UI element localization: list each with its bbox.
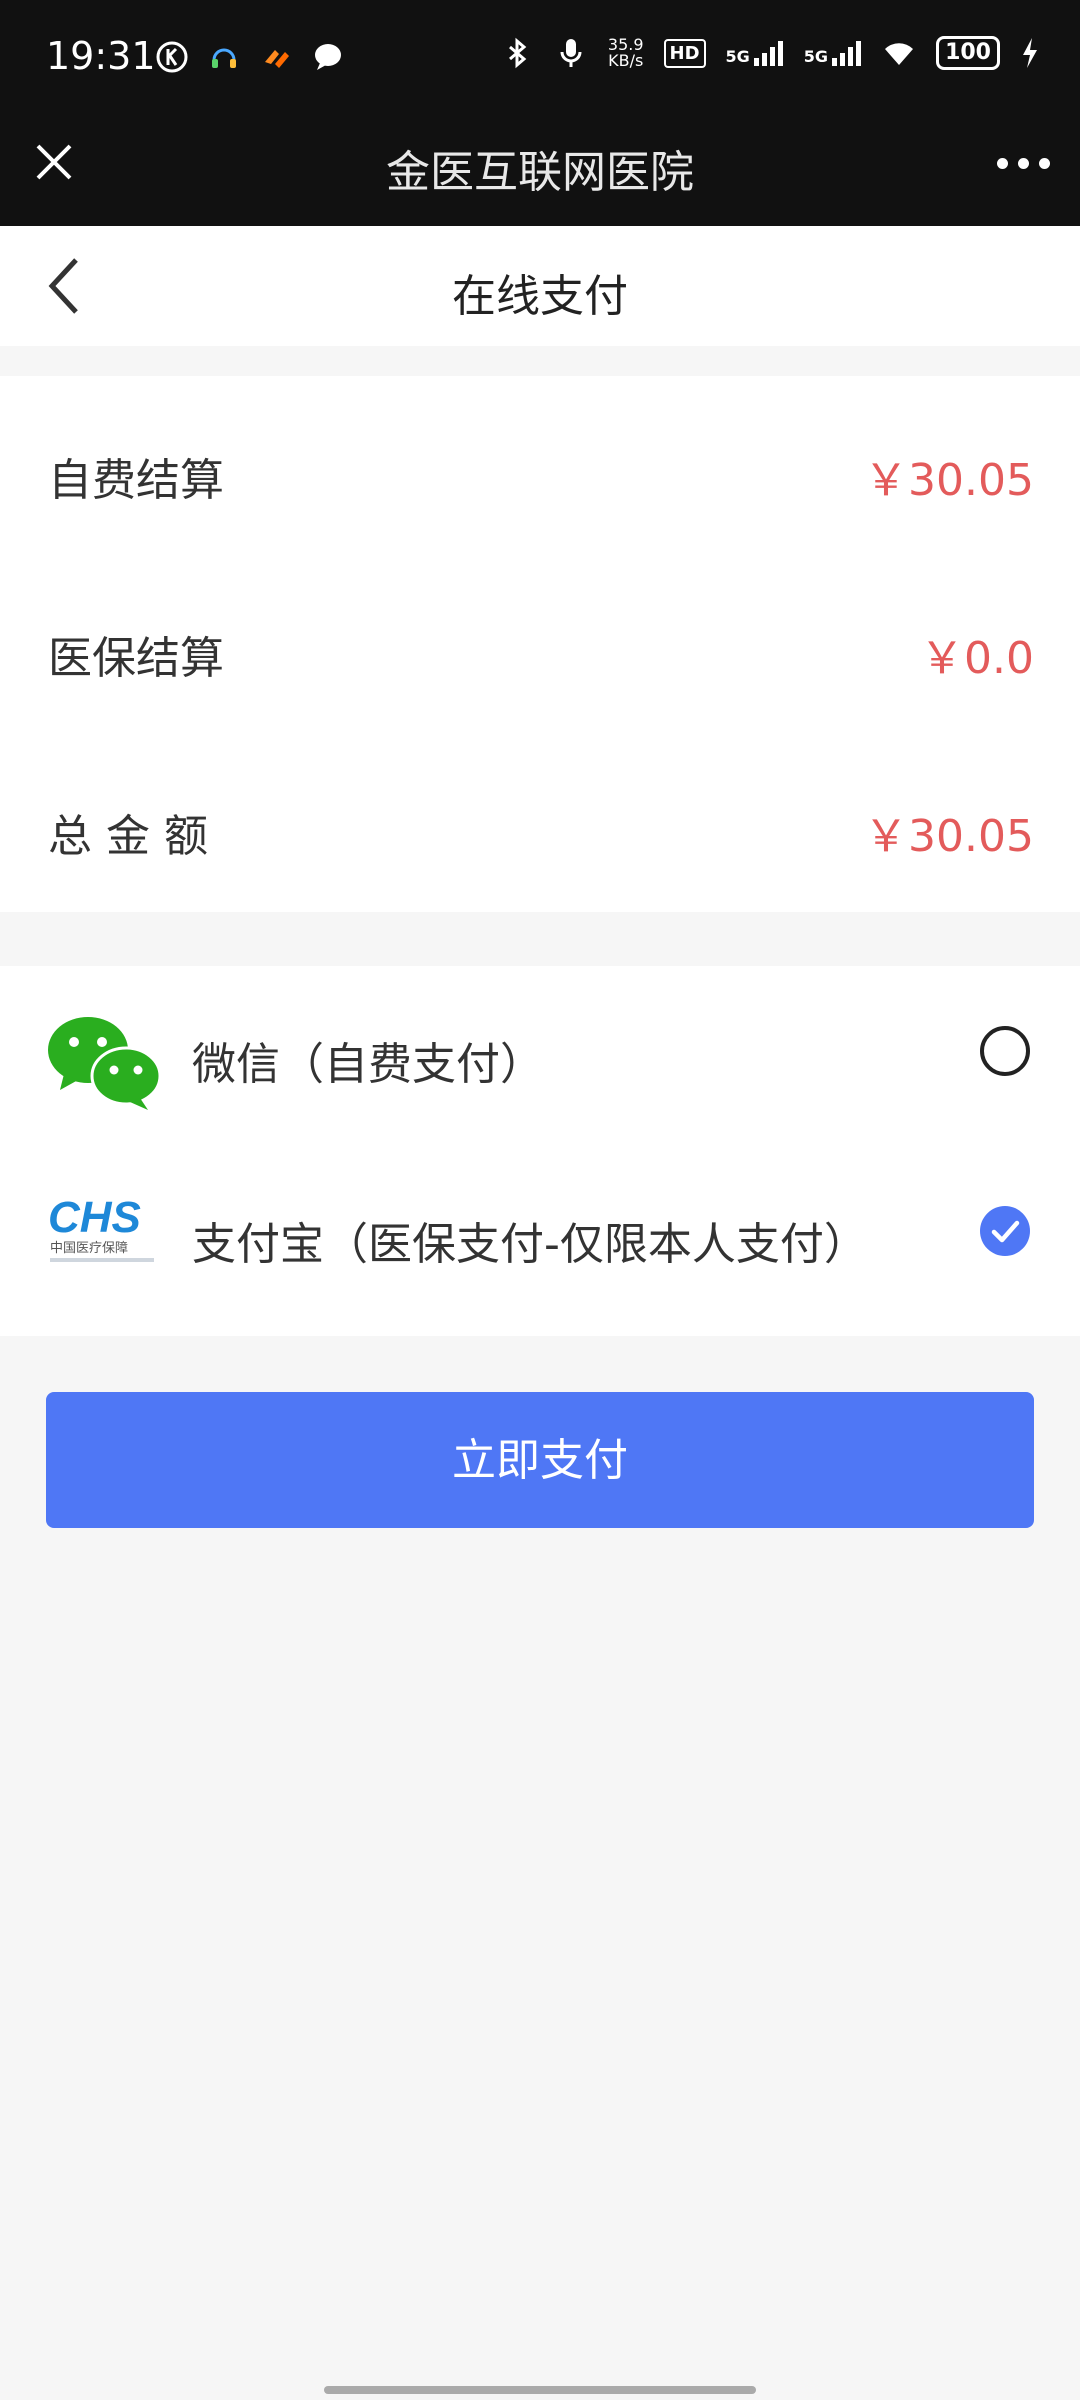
self-pay-row: 自费结算 ￥30.05 [0, 408, 1080, 528]
mini-program-title: 金医互联网医院 [386, 147, 694, 198]
sim2-label: 5G [803, 47, 829, 66]
sim1-signal: 5G [726, 40, 784, 66]
notification-icons [155, 40, 345, 74]
payment-method-chs[interactable]: CHS 中国医疗保障 支付宝（医保支付-仅限本人支付） [0, 1146, 1080, 1316]
insurance-pay-amount: ￥0.0 [920, 633, 1034, 684]
signal-bars-icon [753, 41, 783, 66]
battery-level: 100 [936, 36, 1000, 70]
signal-bars-icon [832, 41, 862, 66]
wechat-logo-icon [48, 1017, 162, 1110]
chs-logo-icon: CHS 中国医疗保障 [48, 1193, 154, 1262]
k-circle-icon [156, 41, 188, 73]
amount-summary: 自费结算 ￥30.05 医保结算 ￥0.0 总 金 额 ￥30.05 [0, 376, 1080, 912]
taobao-icon [265, 50, 289, 68]
self-pay-label: 自费结算 [48, 455, 224, 506]
mini-program-header: 金医互联网医院 [0, 120, 1080, 226]
wechat-method-label: 微信（自费支付） [192, 1039, 544, 1090]
net-speed-unit: KB/s [608, 51, 644, 70]
chs-method-label: 支付宝（医保支付-仅限本人支付） [192, 1219, 868, 1270]
svg-text:CHS: CHS [48, 1193, 141, 1242]
insurance-pay-row: 医保结算 ￥0.0 [0, 586, 1080, 706]
bluetooth-icon [508, 37, 527, 69]
sim1-label: 5G [725, 47, 750, 66]
more-dot-icon [1039, 158, 1050, 169]
mic-icon [560, 39, 582, 67]
wifi-icon [885, 43, 914, 65]
chs-radio[interactable] [980, 1206, 1030, 1256]
checkmark-icon [991, 1220, 1020, 1243]
headset-icon [212, 48, 236, 68]
status-bar: 19:31 35.9 KB/s HD 5G 5G 100 [0, 0, 1080, 120]
home-indicator[interactable] [324, 2386, 756, 2394]
more-dot-icon [997, 158, 1008, 169]
net-speed: 35.9 KB/s [608, 37, 644, 69]
svg-text:中国医疗保障: 中国医疗保障 [50, 1241, 128, 1256]
more-options-button[interactable] [997, 158, 1050, 169]
insurance-pay-label: 医保结算 [48, 633, 224, 684]
page-nav-bar: 在线支付 [0, 226, 1080, 346]
pay-now-button[interactable]: 立即支付 [46, 1392, 1034, 1528]
self-pay-amount: ￥30.05 [864, 455, 1034, 506]
total-amount-row: 总 金 额 ￥30.05 [0, 764, 1080, 884]
more-dot-icon [1018, 158, 1029, 169]
payment-method-wechat[interactable]: 微信（自费支付） [0, 966, 1080, 1136]
sim2-signal: 5G [804, 40, 862, 66]
total-amount-label: 总 金 额 [48, 811, 208, 862]
system-status-icons: 35.9 KB/s HD 5G 5G 100 [500, 36, 1040, 70]
chat-bubble-icon [315, 44, 341, 70]
payment-methods: 微信（自费支付） CHS 中国医疗保障 支付宝（医保支付-仅限本人支付） [0, 966, 1080, 1336]
status-time: 19:31 [46, 34, 156, 78]
total-amount-value: ￥30.05 [864, 811, 1034, 862]
wechat-radio[interactable] [980, 1026, 1030, 1076]
hd-badge: HD [663, 38, 706, 68]
charging-icon [1023, 38, 1037, 68]
page-title: 在线支付 [452, 271, 628, 322]
